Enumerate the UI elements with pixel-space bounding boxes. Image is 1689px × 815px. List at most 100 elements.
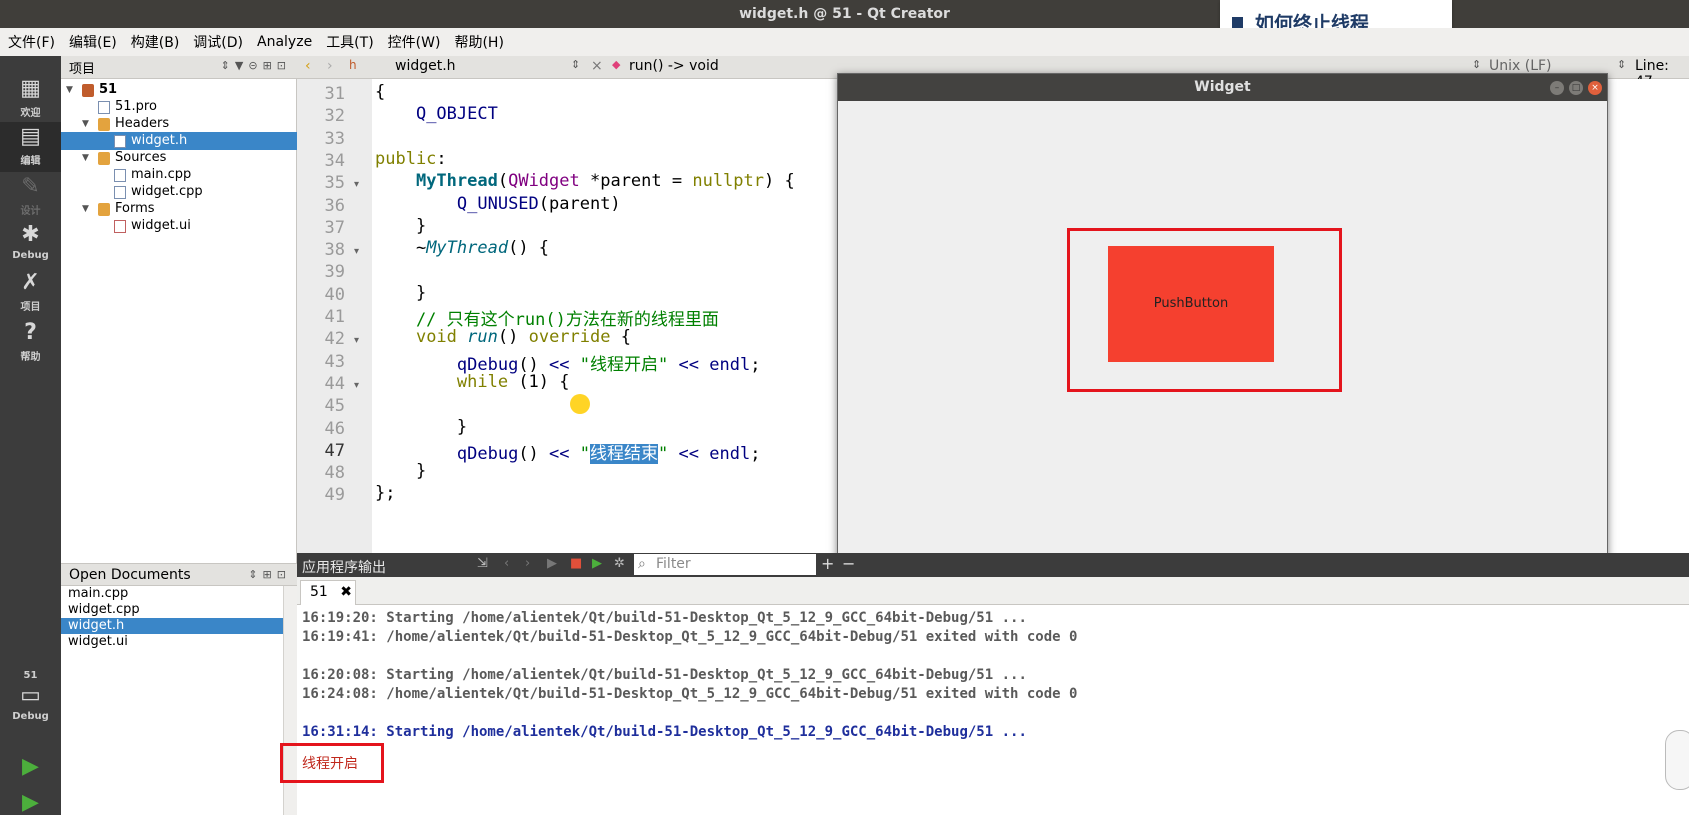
mode-help[interactable]: ? 帮助 (0, 318, 61, 368)
mode-edit[interactable]: ▤ 编辑 (0, 122, 61, 172)
line-number: 46 (324, 418, 345, 439)
fold-marker-icon[interactable]: ▾ (354, 179, 359, 190)
mode-projects[interactable]: ✗ 项目 (0, 268, 61, 318)
kit-selector[interactable]: 51 ▭ Debug (0, 670, 61, 736)
debug-run-icon[interactable]: ▶ (592, 556, 602, 571)
widget-window: Widget – □ × PushButton (837, 73, 1608, 563)
gear-icon[interactable]: ✲ (614, 556, 625, 571)
folder-icon (98, 203, 110, 216)
expand-arrow-icon[interactable]: ▼ (82, 200, 89, 218)
close-icon[interactable]: × (1588, 81, 1602, 95)
mode-welcome[interactable]: ▦ 欢迎 (0, 74, 61, 124)
kit-project: 51 (23, 670, 38, 681)
tree-item-file[interactable]: widget.h (61, 132, 297, 150)
maximize-icon[interactable]: □ (1569, 81, 1583, 95)
menu-debug[interactable]: 调试(D) (193, 32, 243, 52)
output-filter-input[interactable]: ⌕ Filter (634, 554, 816, 575)
forward-arrow-icon[interactable]: › (327, 58, 333, 74)
line-number: 40 (324, 284, 345, 305)
output-tab[interactable]: 51 ✖ (300, 580, 356, 605)
expand-arrow-icon[interactable]: ▼ (66, 81, 73, 99)
fold-marker-icon[interactable]: ▾ (354, 246, 359, 257)
stop-icon[interactable]: ■ (570, 556, 582, 571)
open-document-item[interactable]: main.cpp (61, 586, 283, 602)
combo-arrows-icon: ⇕ (571, 58, 581, 71)
tree-item-folder[interactable]: ▼ Headers (61, 115, 297, 133)
folder-icon (98, 152, 110, 165)
mouse-highlight (570, 394, 590, 414)
application-output[interactable]: 16:19:20: Starting /home/alientek/Qt/bui… (280, 605, 1689, 815)
debug-play-icon: ▶ (22, 790, 39, 815)
mode-label: 编辑 (20, 156, 41, 167)
debug-run-button[interactable]: ▶ (0, 788, 61, 815)
tree-item-file[interactable]: main.cpp (61, 166, 297, 184)
back-arrow-icon[interactable]: ‹ (305, 58, 311, 74)
scroll-indicator[interactable] (1665, 730, 1689, 790)
pane-tools-icon[interactable]: ⇕⊞⊡ (248, 564, 291, 586)
tree-item-file[interactable]: 51.pro (61, 98, 297, 116)
line-number: 42 (324, 329, 345, 350)
code-line: Q_OBJECT (415, 104, 498, 125)
output-line: 16:19:20: Starting /home/alientek/Qt/bui… (302, 610, 1027, 626)
line-number: 35 (324, 173, 345, 194)
attach-icon[interactable]: ⇲ (477, 556, 488, 571)
mode-design[interactable]: ✎ 设计 (0, 172, 61, 222)
code-line: qDebug() << "线程开启" << endl; (456, 354, 761, 375)
mode-label: 设计 (20, 206, 41, 217)
wrench-icon: ✗ (21, 270, 40, 295)
close-icon[interactable]: ✖ (340, 584, 352, 600)
open-document-item[interactable]: widget.ui (61, 634, 283, 650)
run-button[interactable]: ▶ (0, 752, 61, 788)
symbol-combo[interactable]: run() -> void (629, 58, 719, 74)
menubar: 文件(F) 编辑(E) 构建(B) 调试(D) Analyze 工具(T) 控件… (0, 28, 1689, 56)
cpp-file-icon (114, 186, 126, 199)
menu-file[interactable]: 文件(F) (8, 32, 55, 52)
pane-tools-icon[interactable]: ⇕▼⊝⊞⊡ (221, 59, 291, 72)
expand-arrow-icon[interactable]: ▼ (82, 115, 89, 133)
header-file-icon (114, 135, 126, 148)
minus-icon[interactable]: − (842, 554, 855, 573)
search-icon: ⌕ (638, 556, 646, 572)
output-line: 16:24:08: /home/alientek/Qt/build-51-Des… (302, 686, 1078, 702)
edit-doc-icon: ▤ (20, 124, 41, 149)
tree-item-file[interactable]: widget.cpp (61, 183, 297, 201)
menu-edit[interactable]: 编辑(E) (69, 32, 117, 52)
plus-icon[interactable]: + (821, 554, 834, 573)
fold-marker-icon[interactable]: ▾ (354, 335, 359, 346)
tree-item-folder[interactable]: ▼ Sources (61, 149, 297, 167)
minimize-icon[interactable]: – (1550, 81, 1564, 95)
code-line: // 只有这个run()方法在新的线程里面 (375, 310, 719, 330)
next-icon[interactable]: › (525, 556, 530, 571)
open-document-item[interactable]: widget.cpp (61, 602, 283, 618)
menu-tools[interactable]: 工具(T) (326, 32, 373, 52)
open-documents-list: main.cpp widget.cpp widget.h widget.ui (61, 586, 297, 815)
close-icon[interactable]: × (591, 58, 603, 74)
current-file-combo[interactable]: widget.h (395, 58, 456, 74)
project-pane-header: 项目 ⇕▼⊝⊞⊡ (61, 56, 297, 79)
tree-item-label: 51 (99, 82, 118, 97)
tree-item-project[interactable]: ▼ 51 (61, 81, 297, 99)
expand-arrow-icon[interactable]: ▼ (82, 149, 89, 167)
mode-debug[interactable]: ✱ Debug (0, 220, 61, 270)
line-number: 44 (324, 373, 345, 394)
prev-icon[interactable]: ‹ (504, 556, 509, 571)
menu-help[interactable]: 帮助(H) (454, 32, 503, 52)
fold-marker-icon[interactable]: ▾ (354, 380, 359, 391)
tree-item-folder[interactable]: ▼ Forms (61, 200, 297, 218)
output-pane-header: 应用程序输出 ⇲ ‹ › ▶ ■ ▶ ✲ ⌕ Filter + − (297, 553, 1689, 577)
open-documents-title: Open Documents (69, 567, 191, 583)
tree-item-file[interactable]: widget.ui (61, 217, 297, 235)
menu-widget[interactable]: 控件(W) (388, 32, 441, 52)
line-number: 33 (324, 128, 345, 149)
mode-label: 帮助 (20, 352, 41, 363)
push-button[interactable]: PushButton (1108, 246, 1274, 362)
code-line: MyThread(QWidget *parent = nullptr) { (415, 171, 795, 192)
code-line: { (375, 82, 386, 102)
line-ending-combo[interactable]: Unix (LF) (1489, 58, 1552, 74)
project-icon (82, 84, 94, 97)
menu-analyze[interactable]: Analyze (257, 34, 312, 50)
open-document-item[interactable]: widget.h (61, 618, 283, 634)
output-line: 16:19:41: /home/alientek/Qt/build-51-Des… (302, 629, 1078, 645)
rerun-icon[interactable]: ▶ (547, 556, 557, 571)
menu-build[interactable]: 构建(B) (131, 32, 180, 52)
